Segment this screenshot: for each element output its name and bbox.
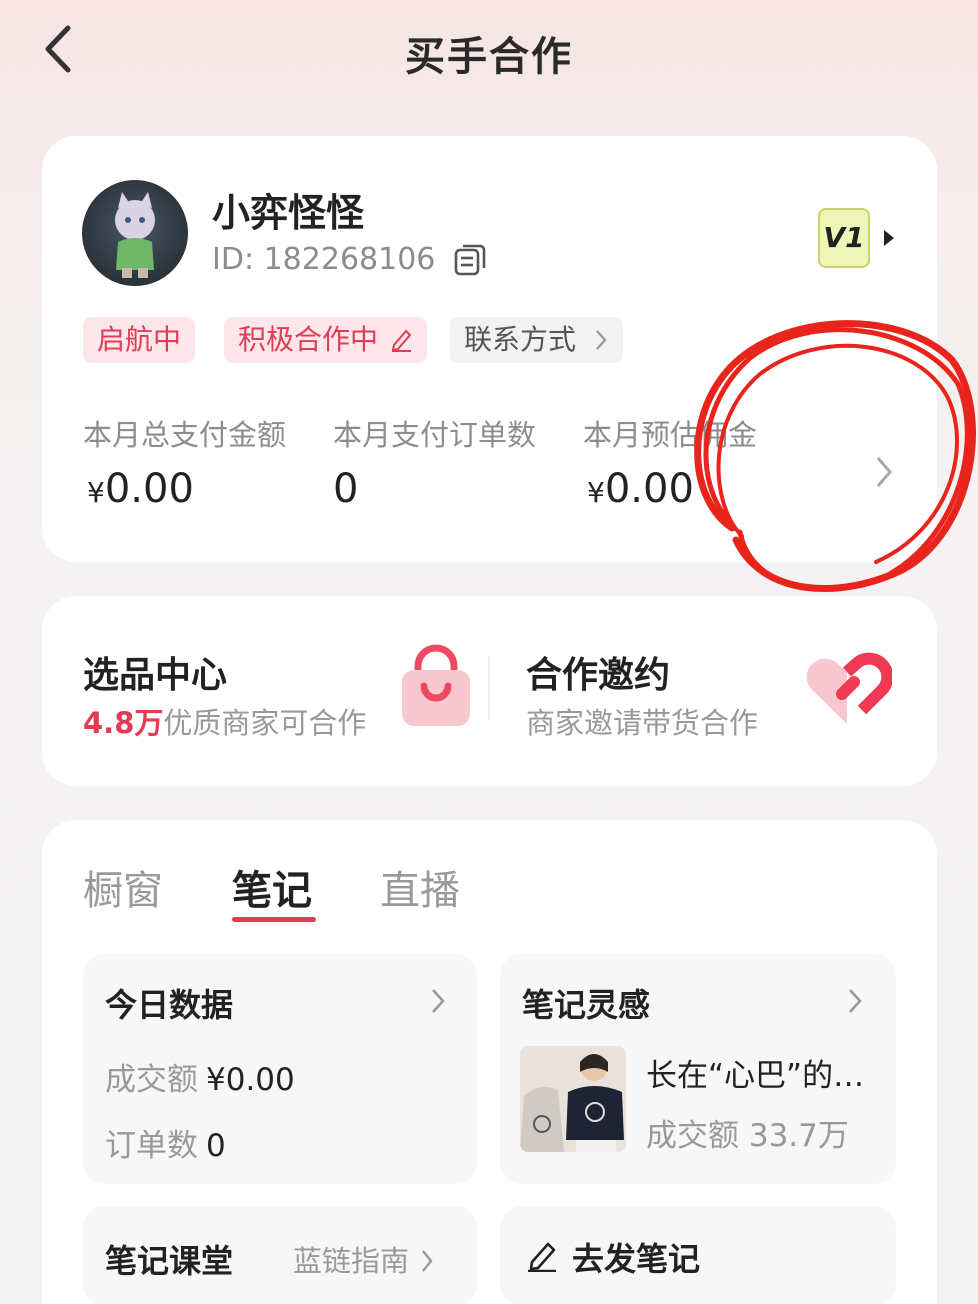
merchant-count: 4.8万	[83, 706, 164, 740]
page-title: 买手合作	[405, 34, 573, 80]
currency-symbol: ¥	[587, 476, 605, 509]
chevron-right-icon	[596, 330, 607, 350]
stat-value-total-payment: ¥0.00	[87, 466, 194, 512]
play-arrow-icon[interactable]	[884, 230, 894, 246]
note-inspiration-title: 笔记灵感	[522, 986, 651, 1024]
today-data-card[interactable]: 今日数据 成交额 ¥0.00 订单数 0	[83, 954, 477, 1184]
amount: 0	[333, 466, 359, 512]
shopping-bag-icon	[402, 644, 470, 726]
chevron-right-icon	[432, 989, 445, 1013]
pencil-icon	[528, 1242, 556, 1272]
tab-showcase[interactable]: 橱窗	[83, 858, 163, 916]
stat-label-order-count: 本月支付订单数	[333, 418, 537, 452]
note-inspiration-card[interactable]: 笔记灵感 长在“心巴”的… 成交额 33.7万	[500, 954, 896, 1184]
tag-label: 启航中	[97, 323, 182, 356]
contact-button[interactable]: 联系方式	[450, 317, 623, 363]
selection-center-subtitle: 4.8万优质商家可合作	[83, 700, 366, 742]
today-data-title: 今日数据	[105, 986, 234, 1024]
note-gmv: 成交额 33.7万	[646, 1118, 849, 1154]
note-title: 长在“心巴”的…	[646, 1058, 865, 1094]
user-id: ID: 182268106	[212, 242, 436, 277]
chevron-right-icon	[849, 989, 862, 1013]
selection-center-title: 选品中心	[83, 655, 228, 696]
tab-notes[interactable]: 笔记	[232, 858, 312, 916]
username: 小弈怪怪	[212, 191, 365, 235]
subtitle-text: 优质商家可合作	[163, 706, 367, 740]
profile-card: 小弈怪怪 ID: 182268106 V1 启航中 积极合作中 联系方式 本月总…	[42, 136, 937, 562]
amount: 0.00	[104, 466, 194, 512]
amount: 0.00	[604, 466, 694, 512]
orders-row: 订单数 0	[105, 1120, 226, 1165]
stat-label-total-payment: 本月总支付金额	[83, 418, 287, 452]
note-classroom-card[interactable]: 笔记课堂 蓝链指南	[83, 1206, 477, 1304]
currency-symbol: ¥	[87, 476, 105, 509]
note-thumbnail[interactable]	[520, 1046, 626, 1152]
level-badge[interactable]: V1	[818, 208, 870, 268]
cooperation-invite-subtitle: 商家邀请带货合作	[526, 706, 759, 740]
avatar[interactable]	[82, 180, 188, 286]
status-tag-active-cooperation[interactable]: 积极合作中	[224, 317, 427, 363]
stat-value-order-count: 0	[333, 466, 358, 512]
stats-chevron-right-icon[interactable]	[872, 454, 896, 490]
feature-card: 选品中心 4.8万优质商家可合作 合作邀约 商家邀请带货合作	[42, 596, 937, 786]
heart-handshake-icon	[806, 652, 892, 724]
orders-label: 订单数	[105, 1128, 198, 1164]
active-tab-indicator	[232, 917, 316, 922]
post-note-label: 去发笔记	[572, 1240, 701, 1278]
content-card: 橱窗 笔记 直播 今日数据 成交额 ¥0.00 订单数 0 笔记灵感 长在“心巴”的…	[42, 820, 937, 1304]
edit-icon[interactable]	[389, 326, 413, 352]
gmv-value: ¥0.00	[206, 1062, 295, 1098]
blue-link-guide-link[interactable]: 蓝链指南	[293, 1238, 435, 1280]
gmv-row: 成交额 ¥0.00	[105, 1054, 295, 1099]
tag-label: 积极合作中	[238, 323, 379, 356]
selection-center-entry[interactable]: 选品中心 4.8万优质商家可合作	[42, 596, 488, 786]
nav-bar: 买手合作	[0, 0, 978, 100]
tag-label: 联系方式	[464, 323, 577, 356]
stat-label-est-commission: 本月预估佣金	[583, 418, 758, 452]
gmv-label: 成交额	[105, 1062, 198, 1098]
status-tag-sailing[interactable]: 启航中	[83, 317, 196, 363]
note-classroom-title: 笔记课堂	[105, 1242, 234, 1280]
copy-icon[interactable]	[452, 242, 488, 278]
stat-value-est-commission: ¥0.00	[587, 466, 694, 512]
cooperation-invite-title: 合作邀约	[526, 655, 671, 696]
cooperation-invite-entry[interactable]: 合作邀约 商家邀请带货合作	[490, 596, 937, 786]
chevron-right-icon	[422, 1250, 433, 1272]
tab-live[interactable]: 直播	[380, 858, 460, 916]
post-note-button[interactable]: 去发笔记	[500, 1206, 896, 1304]
orders-value: 0	[206, 1128, 226, 1164]
link-text: 蓝链指南	[293, 1244, 410, 1278]
